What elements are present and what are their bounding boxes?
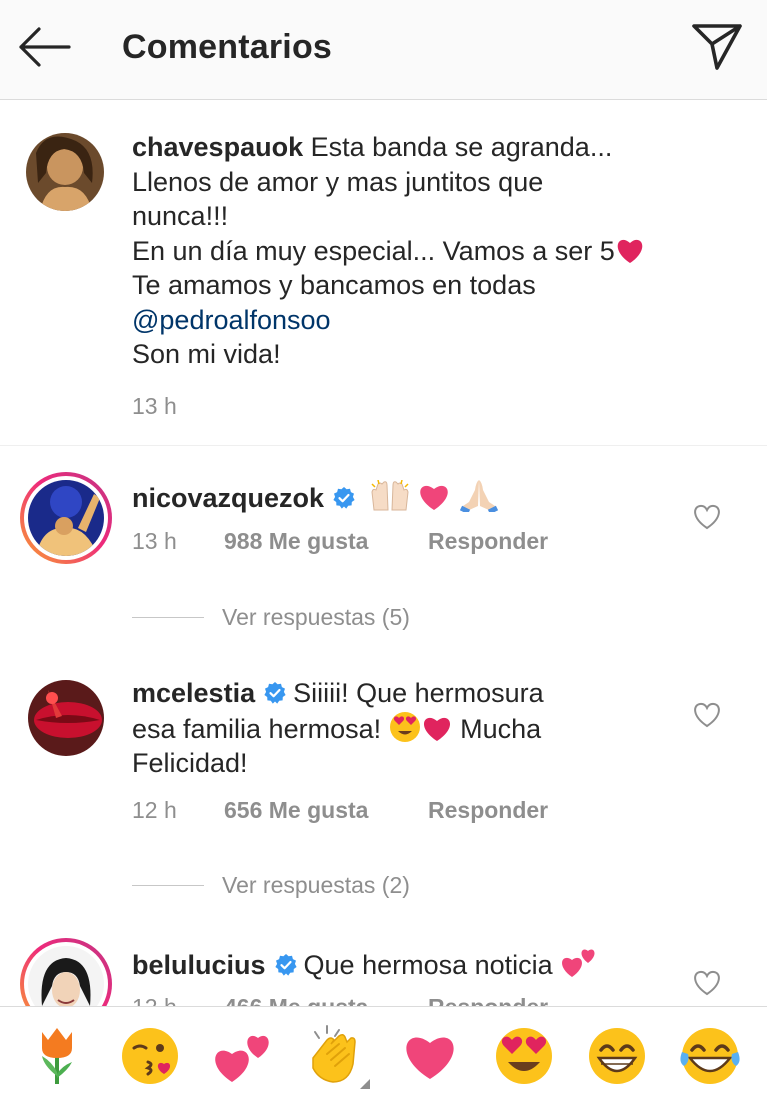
likes-count[interactable]: 988 Me gusta [224,528,428,555]
view-replies-button[interactable]: Ver respuestas (5) [132,602,410,632]
emoji-tears-of-joy-button[interactable] [677,1023,743,1089]
comment-text: Siiiii! Que hermosura [293,678,544,708]
comment-text: Que hermosa noticia [303,950,553,980]
likes-count[interactable]: 656 Me gusta [224,797,428,824]
verified-badge-icon [264,682,286,704]
caption-text: Llenos de amor y mas juntitos que [132,166,544,197]
emoji-tulip-button[interactable] [24,1023,90,1089]
caption-text: En un día muy especial... Vamos a ser 5 [132,235,615,266]
heart-outline-icon[interactable] [692,968,722,998]
view-replies-label: Ver respuestas (2) [222,871,410,898]
verified-badge-icon [274,954,297,976]
tears-of-joy-emoji-icon [680,1027,740,1084]
mention-link[interactable]: @pedroalfonsoo [132,303,752,338]
two-hearts-icon [215,1035,270,1082]
divider [132,884,204,886]
avatar-story-ring[interactable] [20,472,112,564]
more-options-corner-icon [359,1078,370,1089]
two-hearts-icon [562,949,595,977]
post-caption: chavespauok Esta banda se agranda... Lle… [0,100,767,446]
comment-time: 12 h [132,797,177,823]
comment-text: Mucha [460,713,542,744]
back-button[interactable] [14,22,74,72]
comment-username[interactable]: nicovazquezok [132,483,324,513]
avatar[interactable] [26,133,104,211]
grinning-emoji-icon [588,1027,645,1084]
top-app-bar: Comentarios [0,0,767,100]
comment-text: Felicidad! [132,748,248,778]
pink-heart-icon [406,1037,454,1079]
avatar[interactable] [28,680,104,756]
emoji-clapping-hands-button[interactable] [304,1023,370,1089]
emoji-two-hearts-button[interactable] [210,1023,276,1089]
comment-time: 13 h [132,393,177,419]
caption-text: Te amamos y bancamos en todas [132,270,536,300]
reply-button[interactable]: Responder [428,797,548,824]
divider [132,616,204,618]
verified-badge-icon [333,487,355,509]
pink-heart-icon [420,485,448,510]
likes-count[interactable]: 466 Me gusta [224,994,428,1006]
heart-eyes-emoji-icon [495,1027,552,1084]
red-heart-icon [423,717,450,741]
caption-text: Son mi vida! [132,339,281,369]
emoji-kissing-wink-button[interactable] [117,1023,183,1089]
comment-username[interactable]: belulucius [132,950,266,980]
comment-text: esa familia hermosa! [132,713,382,744]
paper-plane-icon [692,24,742,70]
heart-outline-icon[interactable] [692,700,722,730]
comment-time: 12 h [132,994,224,1006]
arrow-left-icon [19,27,71,67]
tulip-icon [41,1027,72,1084]
page-title: Comentarios [122,28,333,66]
heart-eyes-emoji-icon [389,711,420,742]
red-heart-icon [617,239,643,263]
share-button[interactable] [686,18,748,76]
emoji-pink-heart-button[interactable] [397,1023,463,1089]
kissing-wink-emoji-icon [122,1027,179,1084]
comment-username[interactable]: chavespauok [132,132,303,162]
caption-text: nunca!!! [132,201,229,231]
reply-button[interactable]: Responder [428,994,548,1006]
view-replies-button[interactable]: Ver respuestas (2) [132,870,410,900]
view-replies-label: Ver respuestas (5) [222,603,410,630]
avatar [28,480,104,556]
comment-username[interactable]: mcelestia [132,678,255,708]
emoji-quick-bar [0,1006,767,1104]
emoji-heart-eyes-button[interactable] [491,1023,557,1089]
raised-hands-icon [371,480,409,511]
caption-text: Esta banda se agranda... [310,132,613,162]
folded-hands-icon [459,480,498,512]
heart-outline-icon[interactable] [692,502,722,532]
emoji-grinning-button[interactable] [584,1023,650,1089]
reply-button[interactable]: Responder [428,528,548,555]
comment-time: 13 h [132,528,177,554]
